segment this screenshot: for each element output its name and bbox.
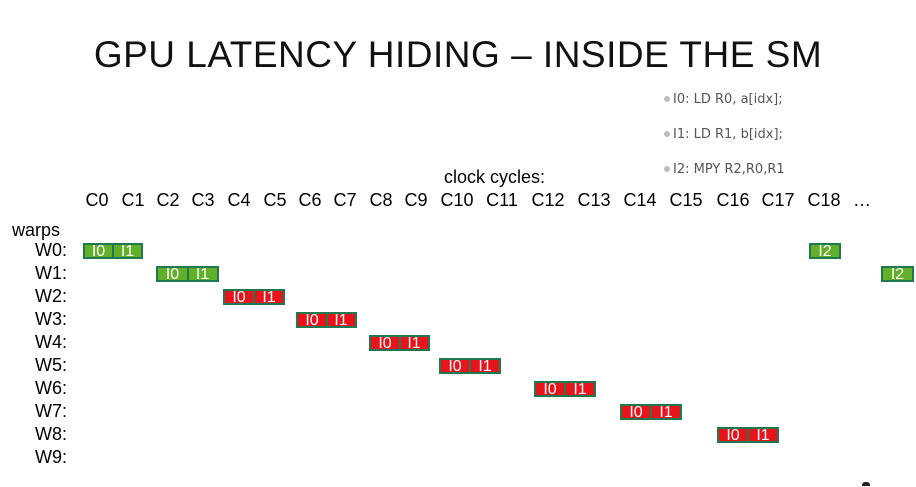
- instruction-cell: I1: [756, 427, 770, 444]
- instruction-block: I2: [809, 243, 841, 260]
- bullet-icon: [664, 165, 670, 172]
- cycle-label: C10: [440, 190, 474, 210]
- instruction-text: I2: MPY R2,R0,R1: [673, 162, 785, 177]
- instruction-block: I0 I1: [439, 358, 501, 375]
- instruction-block: I0 I1: [534, 381, 596, 398]
- warp-label: W8:: [34, 424, 67, 444]
- instruction-cell: I1: [659, 404, 673, 421]
- cycle-label: C7: [333, 190, 357, 210]
- cycle-label: C15: [669, 190, 703, 210]
- cycle-label: C12: [531, 190, 565, 210]
- cycle-label: C8: [369, 190, 393, 210]
- cycle-label: C17: [761, 190, 795, 210]
- cycle-label: C0: [85, 190, 109, 210]
- cycle-label: …: [853, 190, 871, 210]
- cycle-label: C9: [404, 190, 428, 210]
- instruction-block: I0 I1: [717, 427, 779, 444]
- instruction-item: I0: LD R0, a[idx];: [664, 92, 783, 107]
- instruction-cell: I0: [305, 312, 319, 329]
- cycle-label: C13: [577, 190, 611, 210]
- warp-label: W1:: [34, 263, 67, 283]
- instruction-block: I2: [881, 266, 914, 283]
- instruction-cell: I0: [91, 243, 106, 260]
- bullet-icon: [664, 95, 670, 102]
- warp-label: W2:: [34, 286, 67, 306]
- warp-label: W6:: [34, 378, 67, 398]
- instruction-block: I0 I1: [620, 404, 682, 421]
- warp-label: W3:: [34, 309, 67, 329]
- cycle-label: C3: [191, 190, 215, 210]
- instruction-cell: I2: [818, 243, 832, 260]
- instruction-cell: I1: [334, 312, 348, 329]
- instruction-item: I1: LD R1, b[idx];: [664, 127, 783, 142]
- warp-label: W5:: [34, 355, 67, 375]
- cycle-label: C4: [227, 190, 251, 210]
- bullet-icon: [664, 130, 670, 137]
- cycle-label: C2: [156, 190, 180, 210]
- instruction-item: I2: MPY R2,R0,R1: [664, 162, 785, 177]
- corner-mark: [862, 482, 870, 486]
- instruction-cell: I0: [232, 289, 246, 306]
- instruction-block: I0 I1: [369, 335, 430, 352]
- cycle-label: C6: [298, 190, 322, 210]
- cycle-label: C14: [623, 190, 657, 210]
- cycle-label: C1: [121, 190, 145, 210]
- instruction-cell: I0: [448, 358, 462, 375]
- instruction-cell: I0: [629, 404, 643, 421]
- instruction-cell: I1: [195, 266, 210, 283]
- warp-label: W7:: [34, 401, 67, 421]
- instruction-block: I0 I1: [223, 289, 285, 306]
- warps-label: warps: [12, 220, 61, 240]
- instruction-cell: I0: [726, 427, 740, 444]
- cycle-label: C18: [807, 190, 841, 210]
- cycle-label: C5: [263, 190, 287, 210]
- instruction-cell: I0: [543, 381, 557, 398]
- instruction-cell: I1: [262, 289, 276, 306]
- instruction-cell: I0: [165, 266, 180, 283]
- instruction-cell: I1: [407, 335, 421, 352]
- instruction-cell: I2: [890, 266, 905, 283]
- instruction-cell: I1: [573, 381, 587, 398]
- page-title: GPU LATENCY HIDING – INSIDE THE SM: [93, 34, 823, 75]
- warp-label: W0:: [34, 240, 67, 260]
- clock-cycles-label: clock cycles:: [444, 167, 546, 187]
- instruction-cell: I1: [120, 243, 135, 260]
- instruction-block: I0 I1: [83, 243, 143, 260]
- cycle-label: C16: [716, 190, 750, 210]
- instruction-cell: I1: [478, 358, 492, 375]
- instruction-text: I1: LD R1, b[idx];: [673, 127, 783, 142]
- warp-label: W9:: [34, 447, 67, 467]
- cycle-label: C11: [486, 190, 518, 210]
- instruction-block: I0 I1: [156, 266, 219, 283]
- warp-label: W4:: [34, 332, 67, 352]
- instruction-text: I0: LD R0, a[idx];: [673, 92, 783, 107]
- instruction-block: I0 I1: [296, 312, 357, 329]
- instruction-cell: I0: [378, 335, 392, 352]
